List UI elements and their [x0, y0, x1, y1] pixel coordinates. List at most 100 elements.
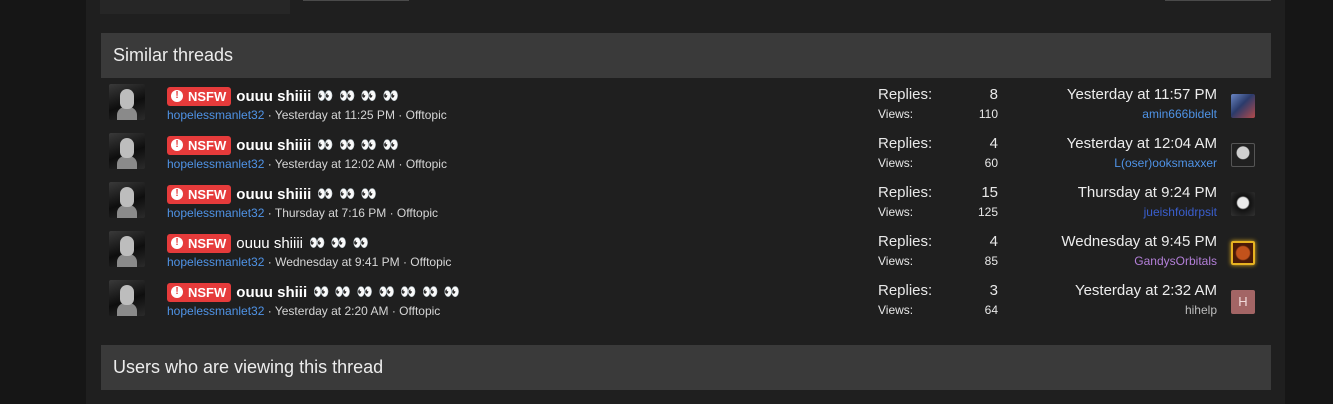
start-date[interactable]: Wednesday at 9:41 PM	[275, 255, 400, 269]
thread-stats: Replies: 4 Views: 85	[878, 233, 998, 270]
start-date[interactable]: Yesterday at 2:20 AM	[275, 304, 389, 318]
thread-row: ! NSFW ouuu shiiii 👀 👀 👀 hopelessmanlet32…	[101, 176, 1271, 225]
views-label: Views:	[878, 205, 914, 219]
thread-title-link[interactable]: ouuu shiiii	[236, 235, 303, 252]
author-link[interactable]: hopelessmanlet32	[167, 304, 264, 318]
thread-row: ! NSFW ouuu shiii 👀 👀 👀 👀 👀 👀 👀 hopelessm…	[101, 274, 1271, 323]
latest-user-link[interactable]: amin666bidelt	[1067, 105, 1217, 123]
forum-link[interactable]: Offtopic	[406, 108, 447, 122]
previous-block-box	[100, 0, 290, 14]
forum-link[interactable]: Offtopic	[399, 304, 440, 318]
thread-meta: hopelessmanlet32 · Wednesday at 9:41 PM …	[167, 255, 452, 269]
latest-user-avatar[interactable]	[1231, 241, 1255, 265]
replies-label: Replies:	[878, 282, 933, 299]
thread-row: ! NSFW ouuu shiiii 👀 👀 👀 👀 hopelessmanlet…	[101, 78, 1271, 127]
thread-meta: hopelessmanlet32 · Yesterday at 12:02 AM…	[167, 157, 447, 171]
thread-row: ! NSFW ouuu shiiii 👀 👀 👀 hopelessmanlet32…	[101, 225, 1271, 274]
thread-title-link[interactable]: ouuu shiiii	[236, 88, 311, 105]
start-date[interactable]: Thursday at 7:16 PM	[275, 206, 386, 220]
eyes-emoji-icons: 👀 👀 👀 👀 👀 👀 👀	[313, 284, 462, 299]
thread-stats: Replies: 15 Views: 125	[878, 184, 998, 221]
thread-meta: hopelessmanlet32 · Yesterday at 11:25 PM…	[167, 108, 447, 122]
views-label: Views:	[878, 303, 914, 317]
thread-title-link[interactable]: ouuu shiiii	[236, 137, 311, 154]
replies-count: 4	[989, 135, 998, 152]
latest-user-link[interactable]: GandysOrbitals	[1061, 252, 1217, 270]
latest-user-avatar[interactable]	[1231, 143, 1255, 167]
views-count: 110	[978, 107, 998, 121]
thread-stats: Replies: 8 Views: 110	[878, 86, 998, 123]
replies-label: Replies:	[878, 233, 933, 250]
thread-title-line: ! NSFW ouuu shiiii 👀 👀 👀 👀	[167, 135, 400, 155]
thread-stats: Replies: 3 Views: 64	[878, 282, 998, 319]
author-avatar[interactable]	[109, 231, 145, 267]
latest-post: Yesterday at 11:57 PM amin666bidelt	[1067, 86, 1217, 123]
latest-user-link[interactable]: hihelp	[1075, 301, 1217, 319]
latest-user-avatar[interactable]	[1231, 94, 1255, 118]
similar-threads-list: ! NSFW ouuu shiiii 👀 👀 👀 👀 hopelessmanlet…	[101, 78, 1271, 323]
next-button-edge	[1165, 0, 1271, 1]
alert-circle-icon: !	[171, 237, 183, 249]
start-date[interactable]: Yesterday at 12:02 AM	[275, 157, 395, 171]
latest-post: Yesterday at 12:04 AM L(oser)ooksmaxxer	[1067, 135, 1217, 172]
author-avatar[interactable]	[109, 280, 145, 316]
thread-title-link[interactable]: ouuu shiiii	[236, 186, 311, 203]
nsfw-prefix-badge[interactable]: ! NSFW	[167, 282, 232, 302]
latest-date-link[interactable]: Wednesday at 9:45 PM	[1061, 233, 1217, 252]
thread-title-line: ! NSFW ouuu shiiii 👀 👀 👀	[167, 184, 378, 204]
author-link[interactable]: hopelessmanlet32	[167, 108, 264, 122]
nsfw-prefix-badge[interactable]: ! NSFW	[167, 135, 232, 155]
previous-button-edge	[303, 0, 409, 1]
alert-circle-icon: !	[171, 286, 183, 298]
latest-post: Yesterday at 2:32 AM hihelp	[1075, 282, 1217, 319]
views-label: Views:	[878, 156, 914, 170]
eyes-emoji-icons: 👀 👀 👀	[317, 186, 379, 201]
alert-circle-icon: !	[171, 139, 183, 151]
forum-link[interactable]: Offtopic	[406, 157, 447, 171]
author-link[interactable]: hopelessmanlet32	[167, 206, 264, 220]
thread-meta: hopelessmanlet32 · Thursday at 7:16 PM ·…	[167, 206, 439, 220]
replies-label: Replies:	[878, 184, 933, 201]
thread-title-line: ! NSFW ouuu shiiii 👀 👀 👀 👀	[167, 86, 400, 106]
author-avatar[interactable]	[109, 84, 145, 120]
latest-post: Thursday at 9:24 PM jueishfoidrpsit	[1078, 184, 1217, 221]
thread-row: ! NSFW ouuu shiiii 👀 👀 👀 👀 hopelessmanlet…	[101, 127, 1271, 176]
forum-link[interactable]: Offtopic	[410, 255, 451, 269]
latest-post: Wednesday at 9:45 PM GandysOrbitals	[1061, 233, 1217, 270]
latest-date-link[interactable]: Yesterday at 11:57 PM	[1067, 86, 1217, 105]
views-count: 125	[977, 205, 998, 219]
replies-count: 15	[981, 184, 998, 201]
author-link[interactable]: hopelessmanlet32	[167, 157, 264, 171]
latest-user-avatar[interactable]: H	[1231, 290, 1255, 314]
views-count: 64	[984, 303, 998, 317]
views-label: Views:	[878, 254, 914, 268]
eyes-emoji-icons: 👀 👀 👀 👀	[317, 137, 400, 152]
author-link[interactable]: hopelessmanlet32	[167, 255, 264, 269]
latest-user-avatar[interactable]	[1231, 192, 1255, 216]
nsfw-prefix-badge[interactable]: ! NSFW	[167, 184, 232, 204]
thread-title-link[interactable]: ouuu shiii	[236, 284, 307, 301]
replies-label: Replies:	[878, 135, 933, 152]
latest-user-link[interactable]: jueishfoidrpsit	[1078, 203, 1217, 221]
thread-title-line: ! NSFW ouuu shiiii 👀 👀 👀	[167, 233, 370, 253]
start-date[interactable]: Yesterday at 11:25 PM	[275, 108, 395, 122]
replies-count: 8	[989, 86, 998, 103]
previous-block-edge	[100, 0, 1271, 14]
latest-user-link[interactable]: L(oser)ooksmaxxer	[1067, 154, 1217, 172]
eyes-emoji-icons: 👀 👀 👀	[309, 235, 370, 250]
forum-link[interactable]: Offtopic	[397, 206, 438, 220]
latest-date-link[interactable]: Thursday at 9:24 PM	[1078, 184, 1217, 203]
nsfw-prefix-badge[interactable]: ! NSFW	[167, 86, 232, 106]
alert-circle-icon: !	[171, 90, 183, 102]
nsfw-prefix-badge[interactable]: ! NSFW	[167, 233, 232, 253]
thread-title-line: ! NSFW ouuu shiii 👀 👀 👀 👀 👀 👀 👀	[167, 282, 461, 302]
thread-stats: Replies: 4 Views: 60	[878, 135, 998, 172]
page-content: Similar threads ! NSFW ouuu shiiii 👀 👀 👀 …	[86, 0, 1285, 404]
latest-date-link[interactable]: Yesterday at 12:04 AM	[1067, 135, 1217, 154]
replies-count: 3	[989, 282, 998, 299]
author-avatar[interactable]	[109, 133, 145, 169]
views-label: Views:	[878, 107, 914, 121]
similar-threads-header: Similar threads	[101, 33, 1271, 78]
author-avatar[interactable]	[109, 182, 145, 218]
latest-date-link[interactable]: Yesterday at 2:32 AM	[1075, 282, 1217, 301]
